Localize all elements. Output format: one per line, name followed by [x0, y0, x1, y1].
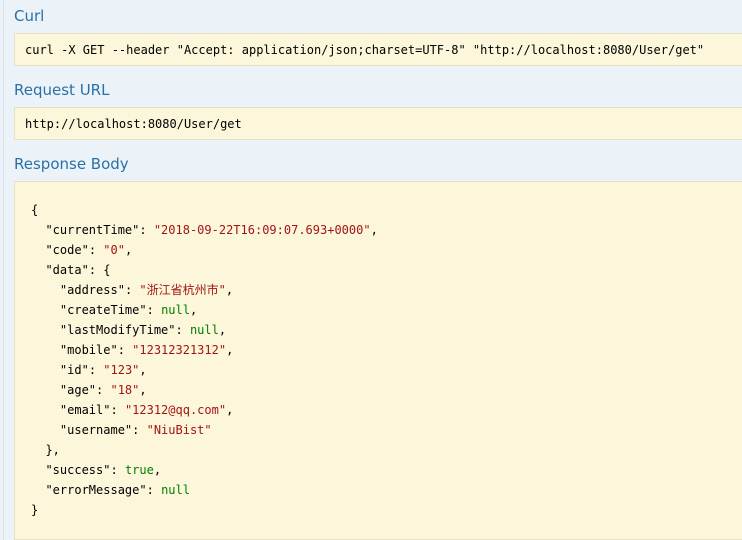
curl-title: Curl: [14, 7, 45, 25]
left-border: [3, 0, 4, 540]
json-line-currentTime: "currentTime": "2018-09-22T16:09:07.693+…: [45, 223, 378, 237]
json-line-data: "data": {: [45, 263, 111, 277]
json-line-code: "code": "0",: [45, 243, 133, 257]
json-line-email: "email": "12312@qq.com",: [59, 403, 234, 417]
json-line-username: "username": "NiuBist": [59, 423, 212, 437]
response-body-box[interactable]: { "currentTime": "2018-09-22T16:09:07.69…: [14, 181, 742, 540]
json-content: { "currentTime": "2018-09-22T16:09:07.69…: [31, 200, 378, 520]
json-line-id: "id": "123",: [59, 363, 147, 377]
json-line: {: [31, 203, 39, 217]
request-url[interactable]: http://localhost:8080/User/get: [25, 116, 242, 132]
json-line-lastModifyTime: "lastModifyTime": null,: [59, 323, 227, 337]
json-line-createTime: "createTime": null,: [59, 303, 198, 317]
json-line-data-close: },: [45, 443, 60, 457]
curl-command[interactable]: curl -X GET --header "Accept: applicatio…: [25, 42, 704, 58]
request-url-title: Request URL: [14, 81, 110, 99]
json-line-close: }: [31, 503, 39, 517]
json-line-age: "age": "18",: [59, 383, 147, 397]
json-line-errorMessage: "errorMessage": null: [45, 483, 190, 497]
json-line-success: "success": true,: [45, 463, 162, 477]
response-body-title: Response Body: [14, 155, 129, 173]
request-url-box[interactable]: http://localhost:8080/User/get: [14, 107, 742, 140]
json-line-address: "address": "浙江省杭州市",: [59, 283, 234, 297]
json-line-mobile: "mobile": "12312321312",: [59, 343, 234, 357]
curl-command-box[interactable]: curl -X GET --header "Accept: applicatio…: [14, 33, 742, 66]
